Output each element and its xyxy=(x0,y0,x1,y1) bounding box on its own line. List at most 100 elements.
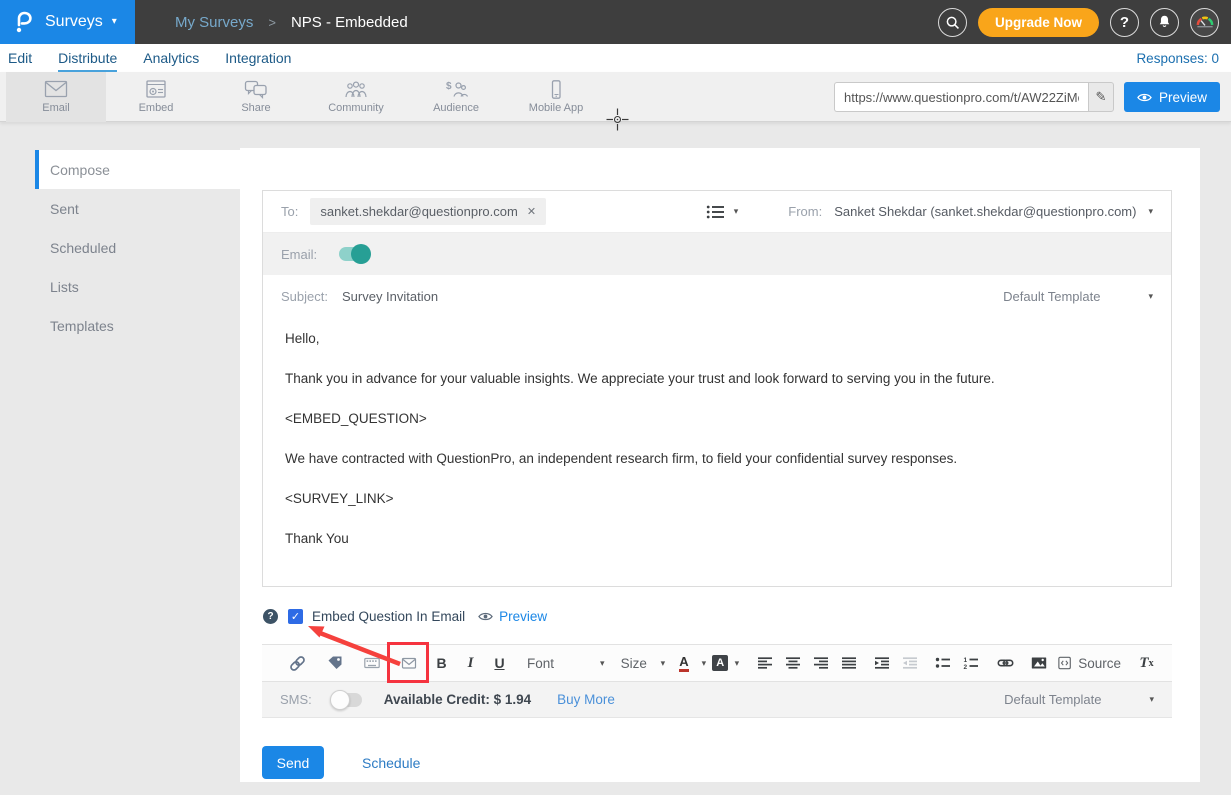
indent-icon xyxy=(874,655,890,671)
from-selector[interactable]: From: Sanket Shekdar (sanket.shekdar@que… xyxy=(788,204,1153,219)
align-left-button[interactable] xyxy=(751,650,778,676)
text-color-button[interactable]: A ▾ xyxy=(679,650,706,676)
questionpro-app: Surveys ▾ My Surveys > NPS - Embedded Up… xyxy=(0,0,1231,795)
recipient-list-button[interactable]: ▾ xyxy=(706,204,739,220)
sidebar-item-scheduled[interactable]: Scheduled xyxy=(35,228,240,267)
indent-button[interactable] xyxy=(868,650,895,676)
notifications-button[interactable] xyxy=(1150,8,1179,37)
align-right-icon xyxy=(813,655,829,671)
list-number-one: 1 xyxy=(963,657,967,664)
outdent-button[interactable] xyxy=(896,650,923,676)
justify-button[interactable] xyxy=(835,650,862,676)
account-avatar[interactable] xyxy=(1190,8,1219,37)
channel-embed[interactable]: Embed xyxy=(106,72,206,122)
help-button[interactable]: ? xyxy=(1110,8,1139,37)
channel-label: Community xyxy=(328,102,384,114)
body-paragraph: Hello, xyxy=(285,332,1149,346)
tab-edit[interactable]: Edit xyxy=(8,44,32,72)
font-select[interactable]: Font ▾ xyxy=(527,656,605,671)
source-button[interactable]: Source xyxy=(1058,650,1121,676)
font-select-value: Font xyxy=(527,656,554,671)
numbered-list-button[interactable]: 1 2 xyxy=(957,650,984,676)
community-icon xyxy=(344,80,368,99)
to-row: To: sanket.shekdar@questionpro.com ✕ ▾ F… xyxy=(263,191,1171,233)
remove-recipient-icon[interactable]: ✕ xyxy=(527,205,536,218)
edit-url-button[interactable]: ✎ xyxy=(1088,82,1114,112)
search-button[interactable] xyxy=(938,8,967,37)
template-value: Default Template xyxy=(1004,692,1101,707)
preview-button[interactable]: Preview xyxy=(1124,82,1220,112)
responses-count[interactable]: Responses: 0 xyxy=(1136,44,1219,72)
remove-format-button[interactable]: Tx xyxy=(1133,650,1160,676)
mobile-app-icon xyxy=(544,80,568,99)
sms-template-dropdown[interactable]: Default Template ▾ xyxy=(1004,692,1154,707)
align-right-button[interactable] xyxy=(807,650,834,676)
subject-input[interactable]: Survey Invitation xyxy=(342,289,438,304)
chevron-down-icon: ▾ xyxy=(734,207,739,216)
italic-button[interactable]: I xyxy=(457,650,484,676)
sidebar-item-compose[interactable]: Compose xyxy=(35,150,240,189)
tab-distribute[interactable]: Distribute xyxy=(58,44,117,72)
outdent-icon xyxy=(902,655,918,671)
size-select[interactable]: Size ▾ xyxy=(621,656,666,671)
sidebar-item-sent[interactable]: Sent xyxy=(35,189,240,228)
body-paragraph: <EMBED_QUESTION> xyxy=(285,412,1149,426)
breadcrumb-my-surveys[interactable]: My Surveys xyxy=(175,14,253,31)
email-toggle[interactable] xyxy=(339,247,367,261)
background-color-button[interactable]: A ▾ xyxy=(712,650,739,676)
upgrade-now-button[interactable]: Upgrade Now xyxy=(978,8,1099,37)
align-center-icon xyxy=(785,655,801,671)
recipient-email: sanket.shekdar@questionpro.com xyxy=(320,204,517,219)
list-number-two: 2 xyxy=(963,664,967,671)
insert-image-button[interactable] xyxy=(1025,650,1052,676)
channel-share[interactable]: Share xyxy=(206,72,306,122)
top-bar: Surveys ▾ My Surveys > NPS - Embedded Up… xyxy=(0,0,1231,44)
channel-community[interactable]: Community xyxy=(306,72,406,122)
from-value: Sanket Shekdar (sanket.shekdar@questionp… xyxy=(834,204,1136,219)
tab-integration[interactable]: Integration xyxy=(225,44,291,72)
schedule-link[interactable]: Schedule xyxy=(362,755,420,771)
image-icon xyxy=(1031,655,1047,671)
crosshair-cursor xyxy=(606,108,629,131)
channel-audience[interactable]: $ Audience xyxy=(406,72,506,122)
chevron-down-icon: ▾ xyxy=(735,659,740,668)
body-paragraph: <SURVEY_LINK> xyxy=(285,492,1149,506)
chevron-down-icon: ▾ xyxy=(1148,292,1153,301)
channel-mobile-app[interactable]: Mobile App xyxy=(506,72,606,122)
available-credit: Available Credit: $ 1.94 xyxy=(384,692,531,707)
bold-button[interactable]: B xyxy=(428,650,455,676)
toggle-knob xyxy=(330,690,350,710)
recipient-chip[interactable]: sanket.shekdar@questionpro.com ✕ xyxy=(310,198,546,225)
tab-analytics[interactable]: Analytics xyxy=(143,44,199,72)
chevron-down-icon: ▾ xyxy=(600,659,605,668)
breadcrumb-current-survey: NPS - Embedded xyxy=(291,14,408,31)
sidebar-item-templates[interactable]: Templates xyxy=(35,306,240,345)
embed-preview-label: Preview xyxy=(499,609,547,624)
email-template-dropdown[interactable]: Default Template ▾ xyxy=(1003,289,1153,304)
email-sidebar: Compose Sent Scheduled Lists Templates xyxy=(35,150,240,345)
bulleted-list-button[interactable] xyxy=(929,650,956,676)
sidebar-item-lists[interactable]: Lists xyxy=(35,267,240,306)
align-left-icon xyxy=(757,655,773,671)
email-icon xyxy=(44,80,68,99)
channel-label: Share xyxy=(241,102,270,114)
embed-icon xyxy=(144,80,168,99)
sms-toggle[interactable] xyxy=(334,693,362,707)
buy-more-link[interactable]: Buy More xyxy=(557,692,615,707)
bulleted-list-icon xyxy=(935,655,951,671)
surveys-product-menu[interactable]: Surveys ▾ xyxy=(0,0,135,44)
send-button[interactable]: Send xyxy=(262,746,324,779)
channel-email[interactable]: Email xyxy=(6,72,106,122)
embed-preview-link[interactable]: Preview xyxy=(478,609,547,624)
underline-button[interactable]: U xyxy=(486,650,513,676)
breadcrumb-separator: > xyxy=(268,15,276,30)
product-name: Surveys xyxy=(45,13,103,31)
align-center-button[interactable] xyxy=(779,650,806,676)
survey-url-input[interactable] xyxy=(834,82,1088,112)
survey-url-group: ✎ Preview xyxy=(834,82,1220,112)
chevron-down-icon: ▾ xyxy=(1149,695,1154,704)
source-code-icon xyxy=(1058,655,1072,671)
hyperlink-button[interactable] xyxy=(992,650,1019,676)
email-body-editor[interactable]: Hello, Thank you in advance for your val… xyxy=(263,318,1171,546)
chevron-down-icon: ▾ xyxy=(661,659,666,668)
